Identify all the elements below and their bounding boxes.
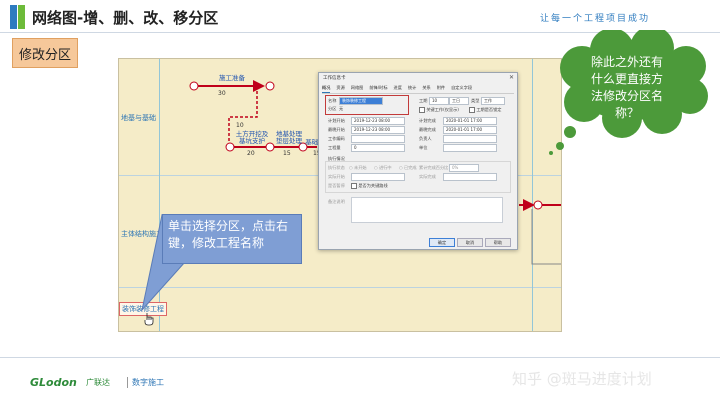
unit-label: 单位 (419, 145, 428, 150)
brand-logo: GLodon (30, 376, 77, 389)
activity-label[interactable]: 地基处理 垫层处理 (271, 131, 307, 145)
section-tag: 修改分区 (12, 38, 78, 68)
duration-label: 工期 (419, 98, 428, 103)
node (189, 81, 199, 91)
actual-end-label: 实际完成 (419, 174, 436, 179)
partition-label: 分区 (328, 106, 337, 111)
plan-end-label: 计划完成 (419, 118, 436, 123)
plan-start-input[interactable]: 2019-12-23 08:00 (351, 117, 405, 125)
checkbox[interactable] (419, 107, 425, 113)
actual-start-input[interactable] (351, 173, 405, 181)
done-radio[interactable]: ○ 已完成 (399, 165, 417, 171)
activity-label[interactable]: 土方开挖及 基坑支护 (232, 131, 272, 145)
plan-start-label: 计划开始 (328, 118, 345, 123)
in-progress-radio[interactable]: ○ 进行中 (374, 165, 392, 171)
percent-input[interactable]: 0% (449, 164, 479, 172)
late-end-label: 最晚完成 (419, 127, 436, 132)
remark-textarea[interactable] (351, 197, 503, 223)
progress-status-label: 执行状态 (328, 165, 345, 170)
dialog-title: 工作信息卡 (323, 76, 346, 81)
owner-label: 负责人 (419, 136, 432, 141)
late-start-input[interactable]: 2019-12-23 08:00 (351, 126, 405, 134)
tab-stats[interactable]: 统计 (408, 85, 416, 93)
tab-frontline[interactable]: 前锋/时标 (369, 85, 387, 93)
type-label: 类型 (471, 98, 480, 103)
not-started-label: 未开始 (354, 165, 367, 170)
in-progress-label: 进行中 (379, 165, 392, 170)
close-icon[interactable]: ✕ (509, 74, 514, 81)
code-input[interactable] (351, 135, 405, 143)
quantity-input[interactable]: 0 (351, 144, 405, 152)
help-button[interactable]: 帮助 (485, 238, 511, 247)
actual-end-input[interactable] (443, 173, 497, 181)
lock-duration-option[interactable]: 工期是否锁定 (469, 107, 501, 113)
header-logo-mark-green (18, 5, 25, 29)
work-info-dialog[interactable]: 工作信息卡 ✕ 概况 资源 网络图 前锋/时标 进度 统计 关系 附件 自定义字… (318, 72, 518, 250)
activity-duration: 20 (247, 150, 255, 157)
checkbox[interactable] (351, 183, 357, 189)
tab-resources[interactable]: 资源 (336, 85, 344, 93)
watermark: 知乎 @斑马进度计划 (512, 370, 652, 388)
not-started-radio[interactable]: ○ 未开始 (349, 165, 367, 171)
duration-input[interactable]: 10 (429, 97, 449, 105)
name-input[interactable]: 装饰装修工程 (339, 97, 383, 105)
footer-divider (0, 357, 720, 358)
critical-path-option[interactable]: 是否为关键路线 (351, 183, 388, 189)
partition-value[interactable]: 无 (339, 106, 343, 112)
lock-duration-label: 工期是否锁定 (476, 107, 502, 112)
critical-path-label: 是否为关键路线 (358, 183, 388, 188)
pause-label: 是否暂停 (328, 183, 345, 188)
remark-label: 备注说明 (328, 199, 345, 204)
question-cloud-text: 除此之外还有什么更直接方法修改分区名称？ (590, 55, 663, 120)
dialog-tabs: 概况 资源 网络图 前锋/时标 进度 统计 关系 附件 自定义字段 (322, 85, 514, 94)
tab-progress[interactable]: 进度 (394, 85, 402, 93)
key-work-option[interactable]: 关键工作(仅显示) (419, 107, 459, 113)
owner-input[interactable] (443, 135, 497, 143)
plan-end-input[interactable]: 2020-01-01 17:00 (443, 117, 497, 125)
done-label: 已完成 (404, 165, 417, 170)
node (533, 200, 543, 210)
tab-attachments[interactable]: 附件 (437, 85, 445, 93)
brand-name: 广联达 (86, 378, 110, 387)
checkbox[interactable] (469, 107, 475, 113)
activity-duration: 30 (218, 90, 226, 97)
percent-label: 累计完成百分比 (419, 165, 449, 170)
tab-overview[interactable]: 概况 (322, 85, 331, 93)
late-end-input[interactable]: 2020-01-01 17:00 (443, 126, 497, 134)
link-line (531, 209, 561, 265)
instruction-callout-text: 单击选择分区，点击右键，修改工程名称 (168, 219, 289, 250)
tab-relations[interactable]: 关系 (422, 85, 430, 93)
activity-duration: 10 (236, 122, 244, 129)
activity-label[interactable]: 施工准备 (207, 75, 257, 82)
brand-subtitle: 数字施工 (127, 377, 164, 388)
key-work-label: 关键工作(仅显示) (426, 107, 459, 112)
duration-unit-select[interactable]: 工日 (449, 97, 469, 105)
unit-input[interactable] (443, 144, 497, 152)
actual-start-label: 实际开始 (328, 174, 345, 179)
quantity-label: 工程量 (328, 145, 341, 150)
type-select[interactable]: 工作 (481, 97, 505, 105)
header-slogan: 让每一个工程项目成功 (540, 14, 651, 24)
tab-network[interactable]: 网络图 (351, 85, 364, 93)
ok-button[interactable]: 确定 (429, 238, 455, 247)
name-label: 名称 (328, 98, 337, 103)
node (265, 81, 275, 91)
header-logo-mark-blue (10, 5, 17, 29)
cancel-button[interactable]: 取消 (457, 238, 483, 247)
code-label: 工作编码 (328, 136, 345, 141)
late-start-label: 最晚开始 (328, 127, 345, 132)
activity-duration: 15 (283, 150, 291, 157)
tab-custom-fields[interactable]: 自定义字段 (451, 85, 472, 93)
page-title: 网络图-增、删、改、移分区 (32, 9, 219, 27)
